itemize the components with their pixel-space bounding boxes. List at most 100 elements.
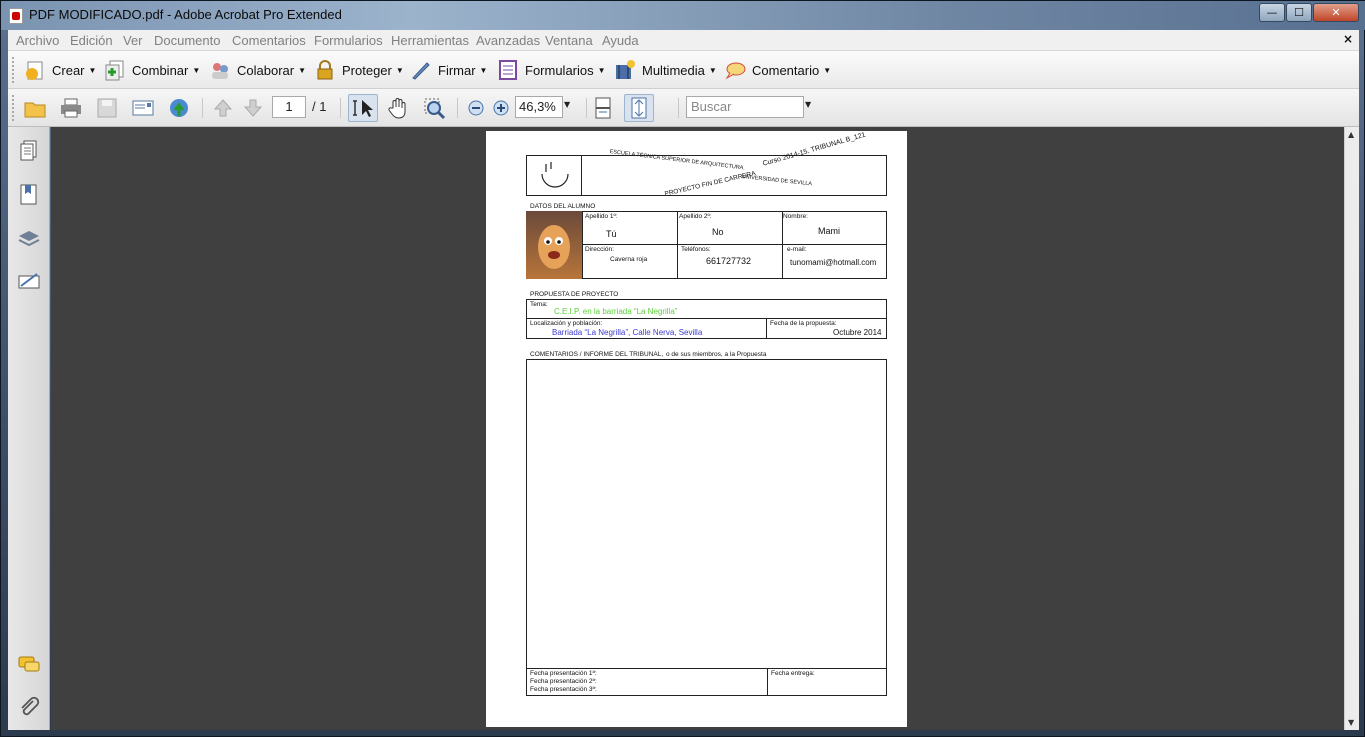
task-label: Colaborar (237, 62, 295, 78)
apellido1-label: Apellido 1º: (585, 213, 618, 220)
menu-comentarios[interactable]: Comentarios (232, 33, 306, 48)
nombre-label: Nombre: (783, 213, 808, 220)
zoom-out-icon[interactable] (464, 96, 488, 120)
chevron-down-icon: ▼ (823, 65, 832, 75)
search-input[interactable]: Buscar (686, 96, 804, 118)
logo-cell (526, 155, 582, 196)
marquee-zoom-icon[interactable] (422, 96, 446, 120)
toolbar-grip[interactable] (12, 95, 15, 121)
toolbar-separator (202, 98, 203, 118)
menu-ayuda[interactable]: Ayuda (602, 33, 639, 48)
telefonos-value[interactable]: 661727732 (706, 256, 751, 266)
bookmarks-icon[interactable] (17, 183, 41, 207)
task-formularios[interactable]: Formularios ▼ (497, 57, 606, 83)
layers-icon[interactable] (17, 226, 41, 250)
menu-herramientas[interactable]: Herramientas (391, 33, 469, 48)
fecha-presentacion-2: Fecha presentación 2ª: (530, 678, 597, 685)
task-multimedia[interactable]: Multimedia ▼ (614, 57, 717, 83)
task-label: Combinar (132, 62, 189, 78)
tasks-toolbar: Crear ▼ Combinar ▼ Colaborar ▼ Proteger ▼ Fi… (8, 51, 1359, 89)
toolbar-separator (457, 98, 458, 118)
previous-page-icon[interactable] (211, 96, 235, 120)
task-label: Firmar (438, 62, 476, 78)
task-label: Formularios (525, 62, 594, 78)
apellido2-value[interactable]: No (712, 227, 724, 237)
email-icon[interactable] (131, 96, 155, 120)
close-button[interactable]: ✕ (1313, 3, 1359, 22)
scroll-down-icon[interactable]: ▼ (1348, 718, 1354, 727)
chevron-down-icon: ▼ (298, 65, 307, 75)
fecha-presentacion-3: Fecha presentación 3ª: (530, 686, 597, 693)
comments-box[interactable] (526, 359, 887, 696)
fecha-propuesta-value[interactable]: Octubre 2014 (833, 328, 881, 337)
scroll-up-icon[interactable]: ▲ (1348, 130, 1354, 139)
open-folder-icon[interactable] (23, 96, 47, 120)
menu-ventana[interactable]: Ventana (545, 33, 593, 48)
menu-formularios[interactable]: Formularios (314, 33, 383, 48)
scrolling-mode-icon[interactable] (591, 96, 615, 120)
localizacion-value[interactable]: Barriada “La Negrilla”, Calle Nerva, Sev… (552, 328, 702, 337)
signatures-icon[interactable] (17, 270, 41, 294)
chevron-down-icon[interactable]: ▼ (805, 100, 811, 109)
zoom-level-input[interactable]: 46,3% (515, 96, 563, 118)
chevron-down-icon[interactable]: ▼ (564, 100, 570, 109)
web-upload-icon[interactable] (167, 96, 191, 120)
menu-documento[interactable]: Documento (154, 33, 220, 48)
menu-bar: Archivo Edición Ver Documento Comentario… (8, 30, 1359, 51)
menu-ver[interactable]: Ver (123, 33, 143, 48)
section-comments-subtitle: o de sus miembros, a la Propuesta (666, 351, 767, 358)
select-tool-icon[interactable] (348, 94, 378, 122)
table-divider (582, 244, 887, 245)
task-proteger[interactable]: Proteger ▼ (314, 57, 404, 83)
page-number-input[interactable]: 1 (272, 96, 306, 118)
maximize-button[interactable]: ☐ (1286, 3, 1312, 22)
apellido2-label: Apellido 2º: (679, 213, 712, 220)
vertical-scrollbar[interactable]: ▲ ▼ (1344, 127, 1359, 730)
pdf-page[interactable]: ESCUELA TÉCNICA SUPERIOR DE ARQUITECTURA… (486, 131, 907, 727)
task-colaborar[interactable]: Colaborar ▼ (209, 57, 306, 83)
toolbar-separator (678, 98, 679, 118)
pdf-file-icon (9, 8, 23, 24)
email-value[interactable]: tunomami@hotmall.com (790, 258, 876, 267)
minimize-button[interactable]: — (1259, 3, 1285, 22)
task-combinar[interactable]: Combinar ▼ (104, 57, 200, 83)
section-proposal-title: PROPUESTA DE PROYECTO (530, 291, 619, 298)
hand-tool-icon[interactable] (386, 96, 410, 120)
nombre-value[interactable]: Mami (818, 226, 840, 236)
window-title: PDF MODIFICADO.pdf - Adobe Acrobat Pro E… (29, 7, 342, 22)
pages-icon[interactable] (17, 139, 41, 163)
task-comentario[interactable]: Comentario ▼ (724, 57, 831, 83)
chevron-down-icon: ▼ (192, 65, 201, 75)
lock-icon (314, 59, 336, 81)
table-divider (766, 318, 767, 339)
apellido1-value[interactable]: Tú (606, 229, 617, 239)
close-document-button[interactable]: × (1343, 32, 1353, 46)
save-icon[interactable] (95, 96, 119, 120)
menu-avanzadas[interactable]: Avanzadas (476, 33, 540, 48)
next-page-icon[interactable] (241, 96, 265, 120)
tema-value[interactable]: C.E.I.P. en la barriada “La Negrilla” (554, 307, 677, 316)
task-label: Multimedia (642, 62, 705, 78)
attachments-icon[interactable] (17, 695, 41, 719)
chevron-down-icon: ▼ (479, 65, 488, 75)
task-crear[interactable]: Crear ▼ (24, 57, 96, 83)
comments-icon[interactable] (17, 653, 41, 677)
table-divider (782, 211, 783, 279)
fit-page-icon[interactable] (624, 94, 654, 122)
direccion-value[interactable]: Caverna roja (610, 256, 647, 263)
menu-edicion[interactable]: Edición (70, 33, 113, 48)
multimedia-icon (614, 59, 636, 81)
page-total: / 1 (312, 99, 327, 114)
toolbar-grip[interactable] (12, 57, 15, 83)
print-icon[interactable] (59, 96, 83, 120)
menu-archivo[interactable]: Archivo (16, 33, 59, 48)
task-firmar[interactable]: Firmar ▼ (410, 57, 487, 83)
chevron-down-icon: ▼ (395, 65, 404, 75)
fecha-entrega-label: Fecha entrega: (771, 670, 815, 677)
zoom-in-icon[interactable] (489, 96, 513, 120)
pen-icon (410, 59, 432, 81)
title-bar: PDF MODIFICADO.pdf - Adobe Acrobat Pro E… (1, 1, 1365, 30)
table-divider (767, 668, 768, 696)
navigation-pane (8, 127, 50, 730)
create-pdf-icon (24, 59, 46, 81)
